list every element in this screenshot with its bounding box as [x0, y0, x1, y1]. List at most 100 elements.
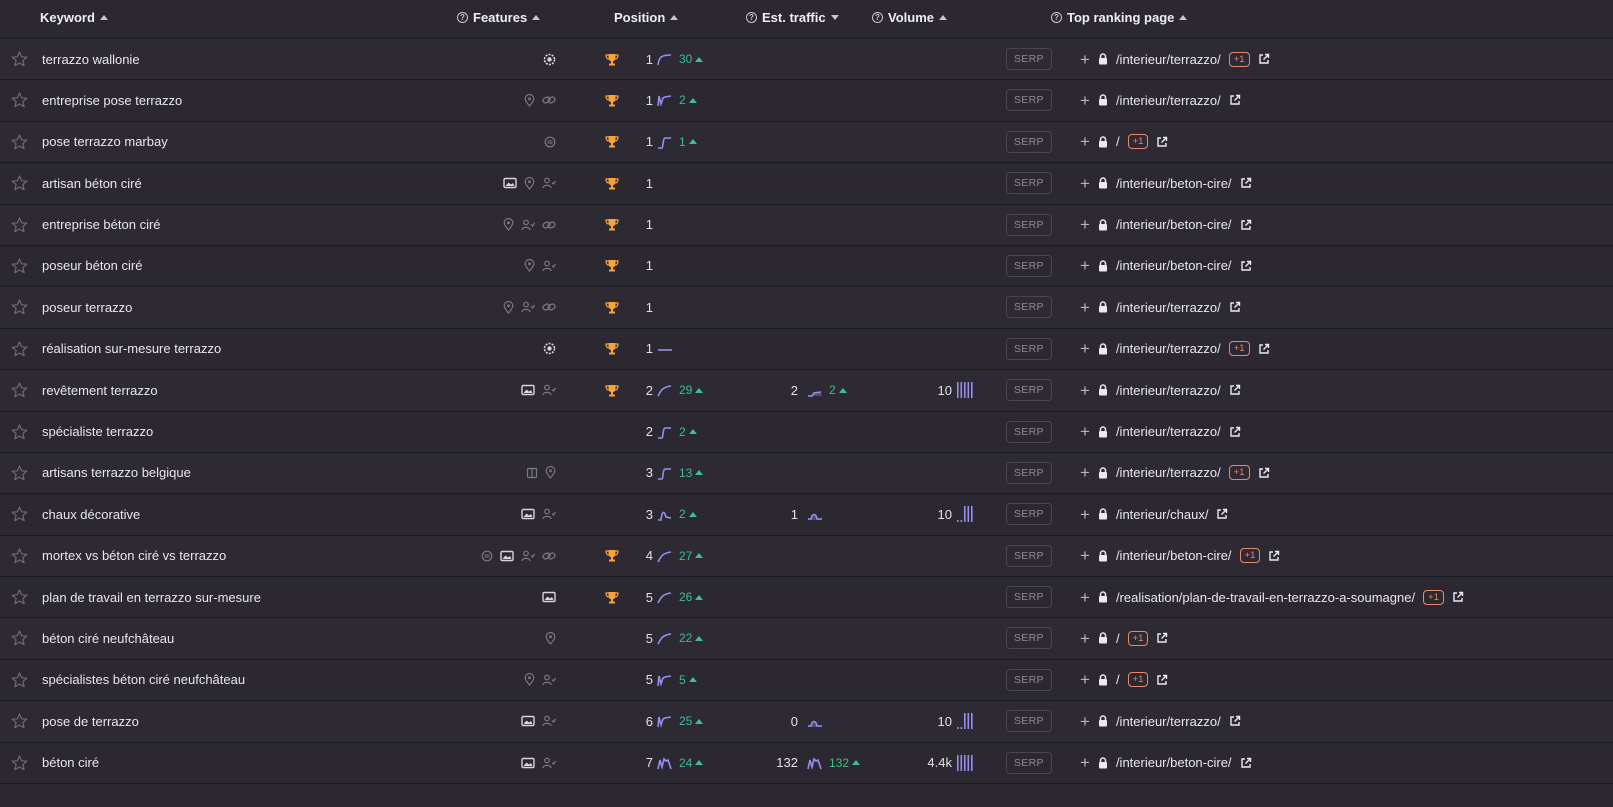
table-row[interactable]: poseur béton ciré 1 SERP + /interieur/beton-… [0, 245, 1613, 288]
serp-button[interactable]: SERP [1006, 503, 1052, 526]
more-pages-badge[interactable]: +1 [1239, 548, 1261, 564]
position-sparkline[interactable] [655, 39, 675, 79]
keyword-text[interactable]: béton ciré neufchâteau [42, 618, 174, 658]
expand-plus-icon[interactable]: + [1080, 133, 1090, 150]
serp-button[interactable]: SERP [1006, 296, 1052, 319]
more-pages-badge[interactable]: +1 [1127, 134, 1149, 150]
table-row[interactable]: béton ciré 7 24 132 132 4.4k SERP + /interieur/b… [0, 742, 1613, 785]
top-page-url[interactable]: /interieur/beton-cire/ [1116, 755, 1232, 770]
help-icon[interactable]: ? [457, 12, 468, 23]
external-link-icon[interactable] [1216, 508, 1228, 520]
col-position-header[interactable]: Position [614, 10, 679, 25]
help-icon[interactable]: ? [872, 12, 883, 23]
position-sparkline[interactable] [655, 412, 675, 452]
top-page-url[interactable]: /interieur/terrazzo/ [1116, 93, 1221, 108]
external-link-icon[interactable] [1156, 674, 1168, 686]
star-icon[interactable] [9, 122, 29, 162]
table-row[interactable]: entreprise béton ciré 1 SERP + /interieur/be… [0, 204, 1613, 246]
keyword-text[interactable]: pose de terrazzo [42, 701, 139, 741]
star-icon[interactable] [9, 163, 29, 203]
star-icon[interactable] [9, 39, 29, 79]
external-link-icon[interactable] [1229, 715, 1241, 727]
table-row[interactable]: chaux décorative 3 2 1 10 SERP + /interieur/cha… [0, 494, 1613, 536]
keyword-text[interactable]: poseur béton ciré [42, 246, 142, 286]
col-volume-header[interactable]: ? Volume [872, 10, 947, 25]
more-pages-badge[interactable]: +1 [1228, 341, 1250, 357]
col-traffic-header[interactable]: ? Est. traffic [746, 10, 839, 25]
expand-plus-icon[interactable]: + [1080, 671, 1090, 688]
serp-button[interactable]: SERP [1006, 420, 1052, 443]
serp-button[interactable]: SERP [1006, 89, 1052, 112]
star-icon[interactable] [9, 660, 29, 700]
expand-plus-icon[interactable]: + [1080, 713, 1090, 730]
expand-plus-icon[interactable]: + [1080, 92, 1090, 109]
star-icon[interactable] [9, 536, 29, 576]
expand-plus-icon[interactable]: + [1080, 175, 1090, 192]
keyword-text[interactable]: artisans terrazzo belgique [42, 453, 191, 493]
expand-plus-icon[interactable]: + [1080, 51, 1090, 68]
position-sparkline[interactable] [655, 743, 675, 783]
serp-button[interactable]: SERP [1006, 710, 1052, 733]
expand-plus-icon[interactable]: + [1080, 630, 1090, 647]
expand-plus-icon[interactable]: + [1080, 382, 1090, 399]
help-icon[interactable]: ? [1051, 12, 1062, 23]
position-sparkline[interactable] [655, 701, 675, 741]
top-page-url[interactable]: / [1116, 631, 1120, 646]
expand-plus-icon[interactable]: + [1080, 299, 1090, 316]
star-icon[interactable] [9, 701, 29, 741]
keyword-text[interactable]: poseur terrazzo [42, 287, 132, 327]
keyword-text[interactable]: béton ciré [42, 743, 99, 783]
position-sparkline[interactable] [655, 80, 675, 120]
col-top-page-header[interactable]: ? Top ranking page [1051, 10, 1188, 25]
table-row[interactable]: terrazzo wallonie 1 30 SERP + /interieur/terr… [0, 39, 1613, 81]
serp-button[interactable]: SERP [1006, 544, 1052, 567]
top-page-url[interactable]: /interieur/beton-cire/ [1116, 176, 1232, 191]
serp-button[interactable]: SERP [1006, 172, 1052, 195]
more-pages-badge[interactable]: +1 [1228, 51, 1250, 67]
top-page-url[interactable]: /interieur/beton-cire/ [1116, 548, 1232, 563]
expand-plus-icon[interactable]: + [1080, 257, 1090, 274]
serp-button[interactable]: SERP [1006, 627, 1052, 650]
table-row[interactable]: spécialistes béton ciré neufchâteau 5 5 SER… [0, 659, 1613, 702]
external-link-icon[interactable] [1258, 343, 1270, 355]
table-row[interactable]: pose terrazzo marbay 1 1 SERP + / +1 [0, 121, 1613, 164]
expand-plus-icon[interactable]: + [1080, 506, 1090, 523]
expand-plus-icon[interactable]: + [1080, 423, 1090, 440]
top-page-url[interactable]: /interieur/beton-cire/ [1116, 258, 1232, 273]
keyword-text[interactable]: entreprise pose terrazzo [42, 80, 182, 120]
position-sparkline[interactable] [655, 577, 675, 617]
serp-button[interactable]: SERP [1006, 130, 1052, 153]
top-page-url[interactable]: /interieur/beton-cire/ [1116, 217, 1232, 232]
col-features-header[interactable]: ? Features [457, 10, 541, 25]
star-icon[interactable] [9, 80, 29, 120]
keyword-text[interactable]: plan de travail en terrazzo sur-mesure [42, 577, 261, 617]
top-page-url[interactable]: /interieur/terrazzo/ [1116, 52, 1221, 67]
serp-button[interactable]: SERP [1006, 254, 1052, 277]
top-page-url[interactable]: /interieur/terrazzo/ [1116, 424, 1221, 439]
help-icon[interactable]: ? [746, 12, 757, 23]
table-row[interactable]: spécialiste terrazzo 2 2 SERP + /interieur/te… [0, 411, 1613, 453]
position-sparkline[interactable] [655, 536, 675, 576]
expand-plus-icon[interactable]: + [1080, 754, 1090, 771]
serp-button[interactable]: SERP [1006, 213, 1052, 236]
external-link-icon[interactable] [1156, 632, 1168, 644]
top-page-url[interactable]: / [1116, 134, 1120, 149]
star-icon[interactable] [9, 618, 29, 658]
more-pages-badge[interactable]: +1 [1228, 465, 1250, 481]
star-icon[interactable] [9, 329, 29, 369]
external-link-icon[interactable] [1229, 384, 1241, 396]
external-link-icon[interactable] [1156, 136, 1168, 148]
top-page-url[interactable]: /interieur/terrazzo/ [1116, 465, 1221, 480]
position-sparkline[interactable] [655, 453, 675, 493]
external-link-icon[interactable] [1258, 467, 1270, 479]
serp-button[interactable]: SERP [1006, 48, 1052, 70]
external-link-icon[interactable] [1240, 177, 1252, 189]
position-sparkline[interactable] [655, 329, 675, 369]
top-page-url[interactable]: /interieur/terrazzo/ [1116, 341, 1221, 356]
table-row[interactable]: réalisation sur-mesure terrazzo 1 SERP + /in… [0, 328, 1613, 371]
external-link-icon[interactable] [1240, 260, 1252, 272]
serp-button[interactable]: SERP [1006, 461, 1052, 484]
serp-button[interactable]: SERP [1006, 751, 1052, 774]
table-row[interactable]: mortex vs béton ciré vs terrazzo 4 27 SERP +… [0, 535, 1613, 578]
top-page-url[interactable]: /interieur/chaux/ [1116, 507, 1209, 522]
